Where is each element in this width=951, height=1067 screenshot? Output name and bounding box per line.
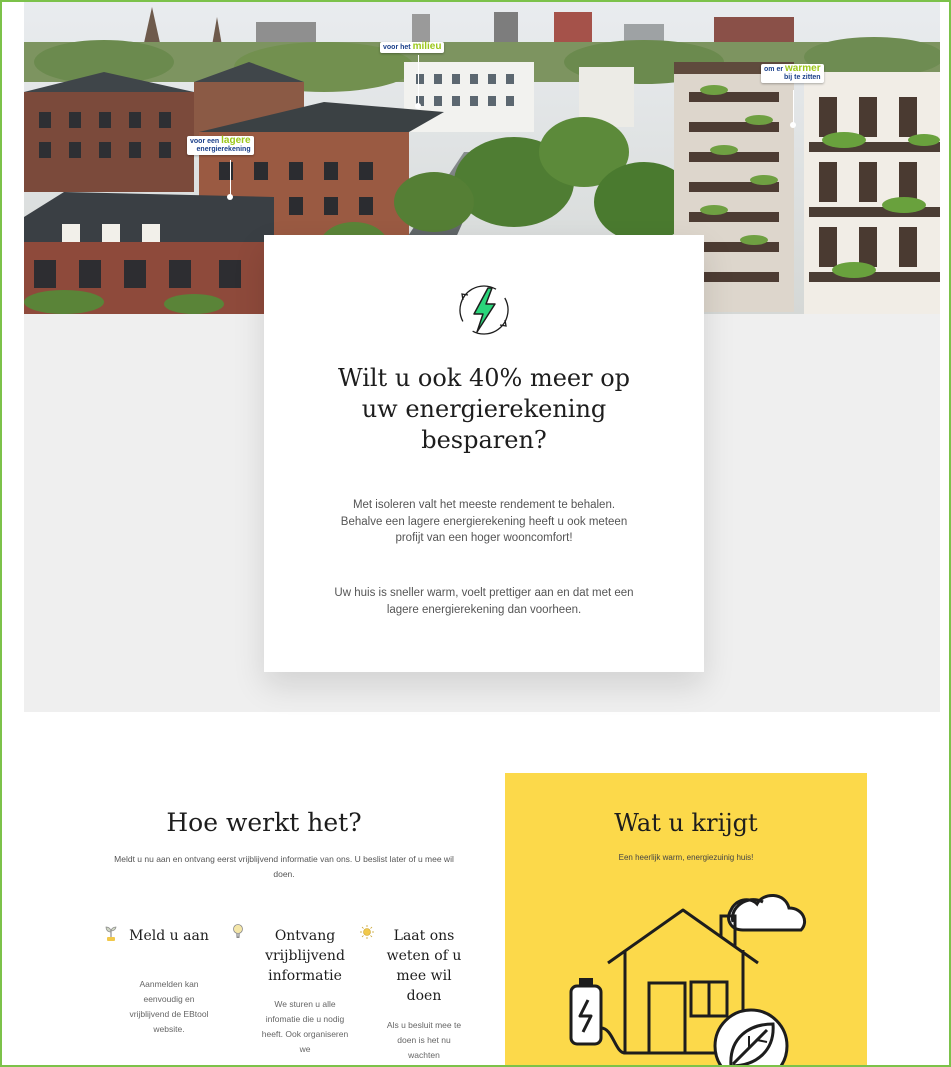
hero-tag-warmer-post: bij te zitten <box>784 74 821 81</box>
page-frame: voor het milieu om er warmer bij te zitt… <box>0 0 951 1067</box>
step-2-text: We sturen u alle infomatie die u nodig h… <box>261 999 349 1054</box>
page-content: voor het milieu om er warmer bij te zitt… <box>24 2 940 1065</box>
intro-paragraph-2: Uw huis is sneller warm, voelt prettiger… <box>334 587 634 616</box>
hero-tag-warmer: om er warmer bij te zitten <box>761 64 824 83</box>
intro-title: Wilt u ook 40% meer op uw energierekenin… <box>337 364 631 454</box>
intro-paragraph-1: Met isoleren valt het meeste rendement t… <box>340 499 628 544</box>
lightbulb-icon <box>233 924 243 938</box>
intro-card: Wilt u ook 40% meer op uw energierekenin… <box>264 235 704 672</box>
step-3-text: Als u besluit mee te doen is het nu wach… <box>386 1020 462 1060</box>
step-1-text: Aanmelden kan eenvoudig en vrijblijvend … <box>129 979 209 1034</box>
hero-tag-lagere: voor een lagere energierekening <box>187 136 254 155</box>
hero-tag-milieu: voor het milieu <box>380 41 445 53</box>
hero-tag-warmer-pre: om er <box>764 66 784 73</box>
hero-tag-milieu-dot <box>415 103 421 109</box>
hero-tag-warmer-dot <box>790 122 796 128</box>
hero-tag-milieu-accent: milieu <box>412 41 442 52</box>
hero-tag-milieu-pre: voor het <box>383 44 411 51</box>
benefits-title: Wat u krijgt <box>614 809 758 837</box>
house-battery-leaf-cloud-icon <box>569 894 806 1065</box>
hero-tag-lagere-pre: voor een <box>190 138 220 145</box>
hero-tag-warmer-pin <box>793 90 794 124</box>
hero-tag-lagere-accent: lagere <box>221 135 251 146</box>
hero-tag-milieu-pin <box>418 55 419 105</box>
step-1-title: Meld u aan <box>129 928 209 944</box>
hero-tag-lagere-pin <box>230 160 231 196</box>
step-2-title: Ontvang vrijblijvend informatie <box>265 928 345 984</box>
benefits-panel: Wat u krijgt Een heerlijk warm, energiez… <box>505 773 867 1065</box>
step-3-title: Laat ons weten of u mee wil doen <box>386 928 462 1004</box>
benefits-subtitle: Een heerlijk warm, energiezuinig huis! <box>618 853 754 862</box>
hero-tag-lagere-dot <box>227 194 233 200</box>
energy-refresh-icon <box>459 285 509 335</box>
hero-tag-warmer-accent: warmer <box>785 63 821 74</box>
sun-icon <box>360 925 374 939</box>
how-title: Hoe werkt het? <box>166 808 362 837</box>
hero-tag-lagere-post: energierekening <box>196 146 251 153</box>
how-subtitle: Meldt u nu aan en ontvang eerst vrijblij… <box>114 854 454 879</box>
plant-icon <box>105 926 117 941</box>
